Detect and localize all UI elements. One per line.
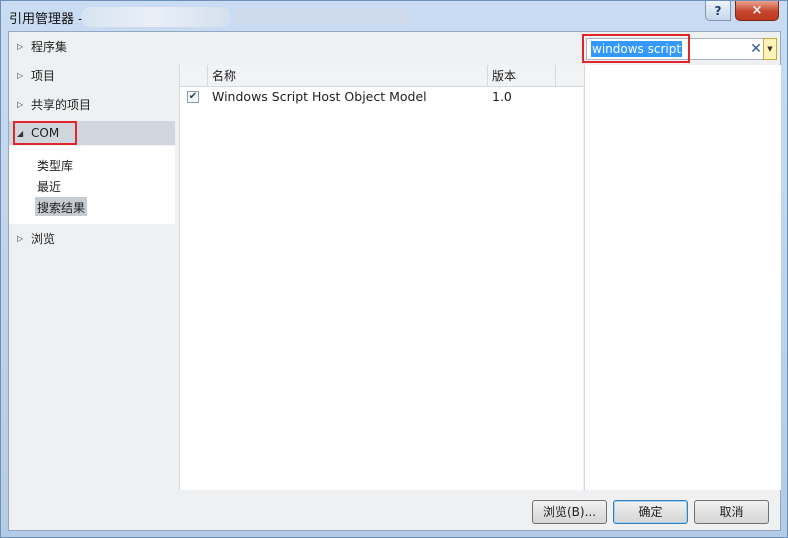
table-row[interactable]: ✔ Windows Script Host Object Model 1.0	[180, 87, 584, 107]
reference-manager-window: 引用管理器 - ? × ▷ 程序集 ▷ 项目 ▷ 共享的项目 ◢ COM 类型库…	[0, 0, 788, 538]
close-button[interactable]: ×	[735, 1, 779, 21]
blurred-project-name	[81, 7, 231, 27]
browse-button[interactable]: 浏览(B)...	[532, 500, 607, 524]
com-subitems-panel: 类型库 最近 搜索结果	[9, 146, 175, 224]
category-nav: ▷ 程序集 ▷ 项目 ▷ 共享的项目 ◢ COM 类型库 最近 搜索结果 ▷ 浏…	[9, 32, 175, 530]
nav-item-browse[interactable]: ▷ 浏览	[9, 226, 175, 250]
list-header: 名称 版本	[180, 65, 584, 87]
nav-item-assemblies[interactable]: ▷ 程序集	[9, 34, 175, 58]
blurred-project-path	[233, 9, 413, 25]
help-button[interactable]: ?	[705, 1, 731, 21]
window-title: 引用管理器 -	[9, 12, 83, 27]
results-list: 名称 版本 ✔ Windows Script Host Object Model…	[179, 65, 584, 490]
expand-arrow-icon: ▷	[17, 41, 24, 51]
header-check-column[interactable]	[180, 65, 208, 87]
sub-item-search-results[interactable]: 搜索结果	[35, 197, 88, 216]
expand-arrow-icon: ▷	[17, 99, 24, 109]
search-highlight-box	[582, 34, 690, 63]
header-name[interactable]: 名称	[208, 65, 488, 87]
nav-item-label: 程序集	[31, 39, 68, 54]
row-version: 1.0	[492, 89, 512, 104]
nav-item-label: 项目	[31, 68, 56, 83]
title-bar[interactable]: 引用管理器 - ? ×	[1, 1, 787, 31]
reference-checkbox[interactable]: ✔	[187, 91, 199, 103]
nav-item-label: 共享的项目	[31, 97, 92, 112]
header-version[interactable]: 版本	[488, 65, 556, 87]
detail-pane	[584, 65, 781, 490]
expand-arrow-icon: ▷	[17, 70, 24, 80]
com-highlight-box	[13, 121, 77, 145]
nav-item-shared-projects[interactable]: ▷ 共享的项目	[9, 92, 175, 116]
sub-item-recent[interactable]: 最近	[35, 176, 63, 195]
row-name: Windows Script Host Object Model	[212, 89, 427, 104]
clear-search-icon[interactable]: ✕	[749, 40, 763, 58]
nav-item-label: 浏览	[31, 231, 56, 246]
cancel-button[interactable]: 取消	[694, 500, 769, 524]
sub-item-type-libraries[interactable]: 类型库	[35, 155, 75, 174]
dialog-client-area: ▷ 程序集 ▷ 项目 ▷ 共享的项目 ◢ COM 类型库 最近 搜索结果 ▷ 浏…	[8, 31, 781, 531]
ok-button[interactable]: 确定	[613, 500, 688, 524]
expand-arrow-icon: ▷	[17, 233, 24, 243]
nav-item-projects[interactable]: ▷ 项目	[9, 63, 175, 87]
search-dropdown-icon[interactable]: ▼	[763, 38, 777, 60]
